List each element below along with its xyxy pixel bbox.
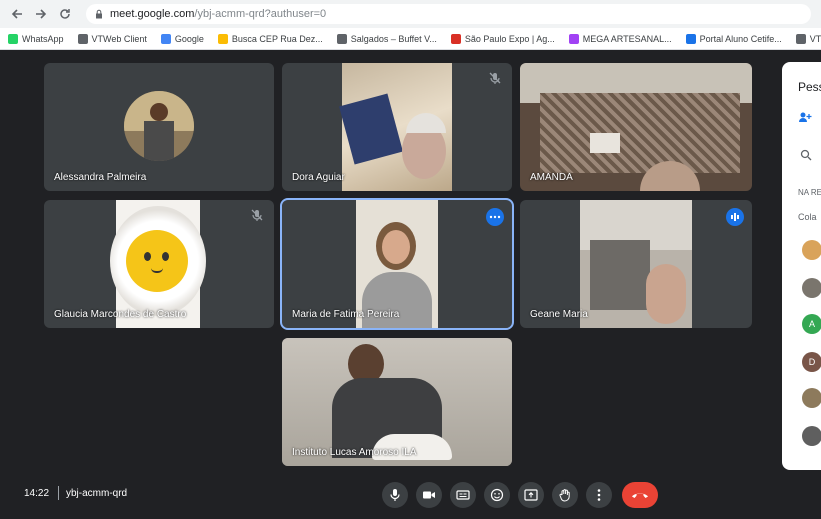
end-call-icon[interactable]: [622, 482, 658, 508]
captions-icon[interactable]: [450, 482, 476, 508]
bookmark-item[interactable]: Google: [160, 33, 204, 44]
bookmark-item[interactable]: Salgados – Buffet V...: [336, 33, 437, 44]
meeting-controls-bar: 14:22 ybj-acmm-qrd: [0, 470, 821, 519]
bookmark-item[interactable]: VTWeb Client: [795, 33, 821, 44]
participant-tile-active[interactable]: Maria de Fatima Pereira: [280, 198, 514, 330]
participant-tile[interactable]: Alessandra Palmeira: [44, 63, 274, 191]
speaking-indicator-icon: [726, 208, 744, 226]
collaborators-label: Cola: [798, 212, 817, 222]
camera-icon[interactable]: [416, 482, 442, 508]
mic-icon[interactable]: [382, 482, 408, 508]
bookmark-label: MEGA ARTESANAL...: [582, 33, 672, 44]
bookmark-label: VTWeb Client: [91, 33, 147, 44]
bookmark-item[interactable]: Portal Aluno Cetife...: [685, 33, 782, 44]
bookmark-item[interactable]: Busca CEP Rua Dez...: [217, 33, 323, 44]
url-path: /ybj-acmm-qrd?authuser=0: [194, 8, 327, 20]
bookmark-label: WhatsApp: [22, 33, 64, 44]
participant-tile[interactable]: Geane Maria: [520, 200, 752, 328]
participant-tile[interactable]: Instituto Lucas Amoroso ILA: [282, 338, 512, 466]
participant-name: Geane Maria: [530, 309, 588, 320]
participant-name: Instituto Lucas Amoroso ILA: [292, 447, 417, 458]
url-host: meet.google.com: [110, 8, 195, 20]
bookmark-favicon-icon: [217, 33, 228, 44]
mic-off-icon: [488, 71, 502, 85]
bookmark-label: São Paulo Expo | Ag...: [464, 33, 555, 44]
participant-tile[interactable]: Glaucia Marcondes de Castro: [44, 200, 274, 328]
participant-name: Dora Aguiar: [292, 172, 345, 183]
add-people-icon[interactable]: [798, 110, 812, 124]
avatar: A: [802, 314, 821, 334]
participant-avatar: [124, 91, 194, 161]
more-options-icon[interactable]: [586, 482, 612, 508]
divider: [58, 486, 59, 500]
bookmark-favicon-icon: [568, 33, 579, 44]
bookmark-item[interactable]: VTWeb Client: [77, 33, 147, 44]
people-panel: Pess NA RE Cola A D: [782, 62, 821, 470]
present-icon[interactable]: [518, 482, 544, 508]
participant-tile[interactable]: AMANDA: [520, 63, 752, 191]
participant-name: Maria de Fatima Pereira: [292, 309, 400, 320]
browser-toolbar: meet.google.com/ybj-acmm-qrd?authuser=0: [0, 0, 821, 28]
avatar: [802, 426, 821, 446]
avatar: [802, 240, 821, 260]
lock-icon: [94, 9, 104, 19]
bookmark-favicon-icon: [8, 33, 18, 44]
more-options-icon[interactable]: [486, 208, 504, 226]
bookmark-favicon-icon: [795, 33, 806, 44]
meeting-code: ybj-acmm-qrd: [66, 488, 128, 499]
bookmark-item[interactable]: MEGA ARTESANAL...: [568, 33, 672, 44]
avatar: [802, 278, 821, 298]
bookmark-favicon-icon: [160, 33, 171, 44]
bookmarks-bar: WhatsApp VTWeb Client Google Busca CEP Rua …: [0, 28, 821, 50]
bookmark-favicon-icon: [336, 33, 347, 44]
avatar: D: [802, 352, 821, 372]
reload-icon[interactable]: [56, 5, 74, 23]
bookmark-label: Portal Aluno Cetife...: [699, 33, 782, 44]
meet-stage: Alessandra Palmeira Dora Aguiar AMANDA G…: [0, 50, 821, 519]
search-icon[interactable]: [800, 148, 812, 161]
participant-video: [339, 63, 452, 191]
bookmark-label: Google: [174, 33, 204, 44]
avatar: [802, 388, 821, 408]
participant-video: [580, 200, 692, 328]
bookmark-item[interactable]: WhatsApp: [8, 33, 64, 44]
bookmark-label: VTWeb Client: [809, 33, 821, 44]
bookmark-item[interactable]: São Paulo Expo | Ag...: [450, 33, 555, 44]
bookmark-label: Busca CEP Rua Dez...: [231, 33, 323, 44]
bookmark-favicon-icon: [77, 33, 88, 44]
participant-tile[interactable]: Dora Aguiar: [282, 63, 512, 191]
participant-name: Alessandra Palmeira: [54, 172, 147, 183]
bookmark-favicon-icon: [450, 33, 461, 44]
arrow-left-icon[interactable]: [8, 5, 26, 23]
meeting-time: 14:22: [24, 488, 50, 499]
emoji-icon[interactable]: [484, 482, 510, 508]
participant-name: AMANDA: [530, 172, 573, 183]
people-panel-title: Pess: [798, 80, 821, 94]
arrow-right-icon[interactable]: [32, 5, 50, 23]
participant-name: Glaucia Marcondes de Castro: [54, 309, 187, 320]
bookmark-label: Salgados – Buffet V...: [350, 33, 437, 44]
bookmark-favicon-icon: [685, 33, 696, 44]
address-bar[interactable]: meet.google.com/ybj-acmm-qrd?authuser=0: [86, 4, 811, 24]
mic-off-icon: [250, 208, 264, 222]
section-label: NA RE: [798, 188, 821, 197]
raise-hand-icon[interactable]: [552, 482, 578, 508]
